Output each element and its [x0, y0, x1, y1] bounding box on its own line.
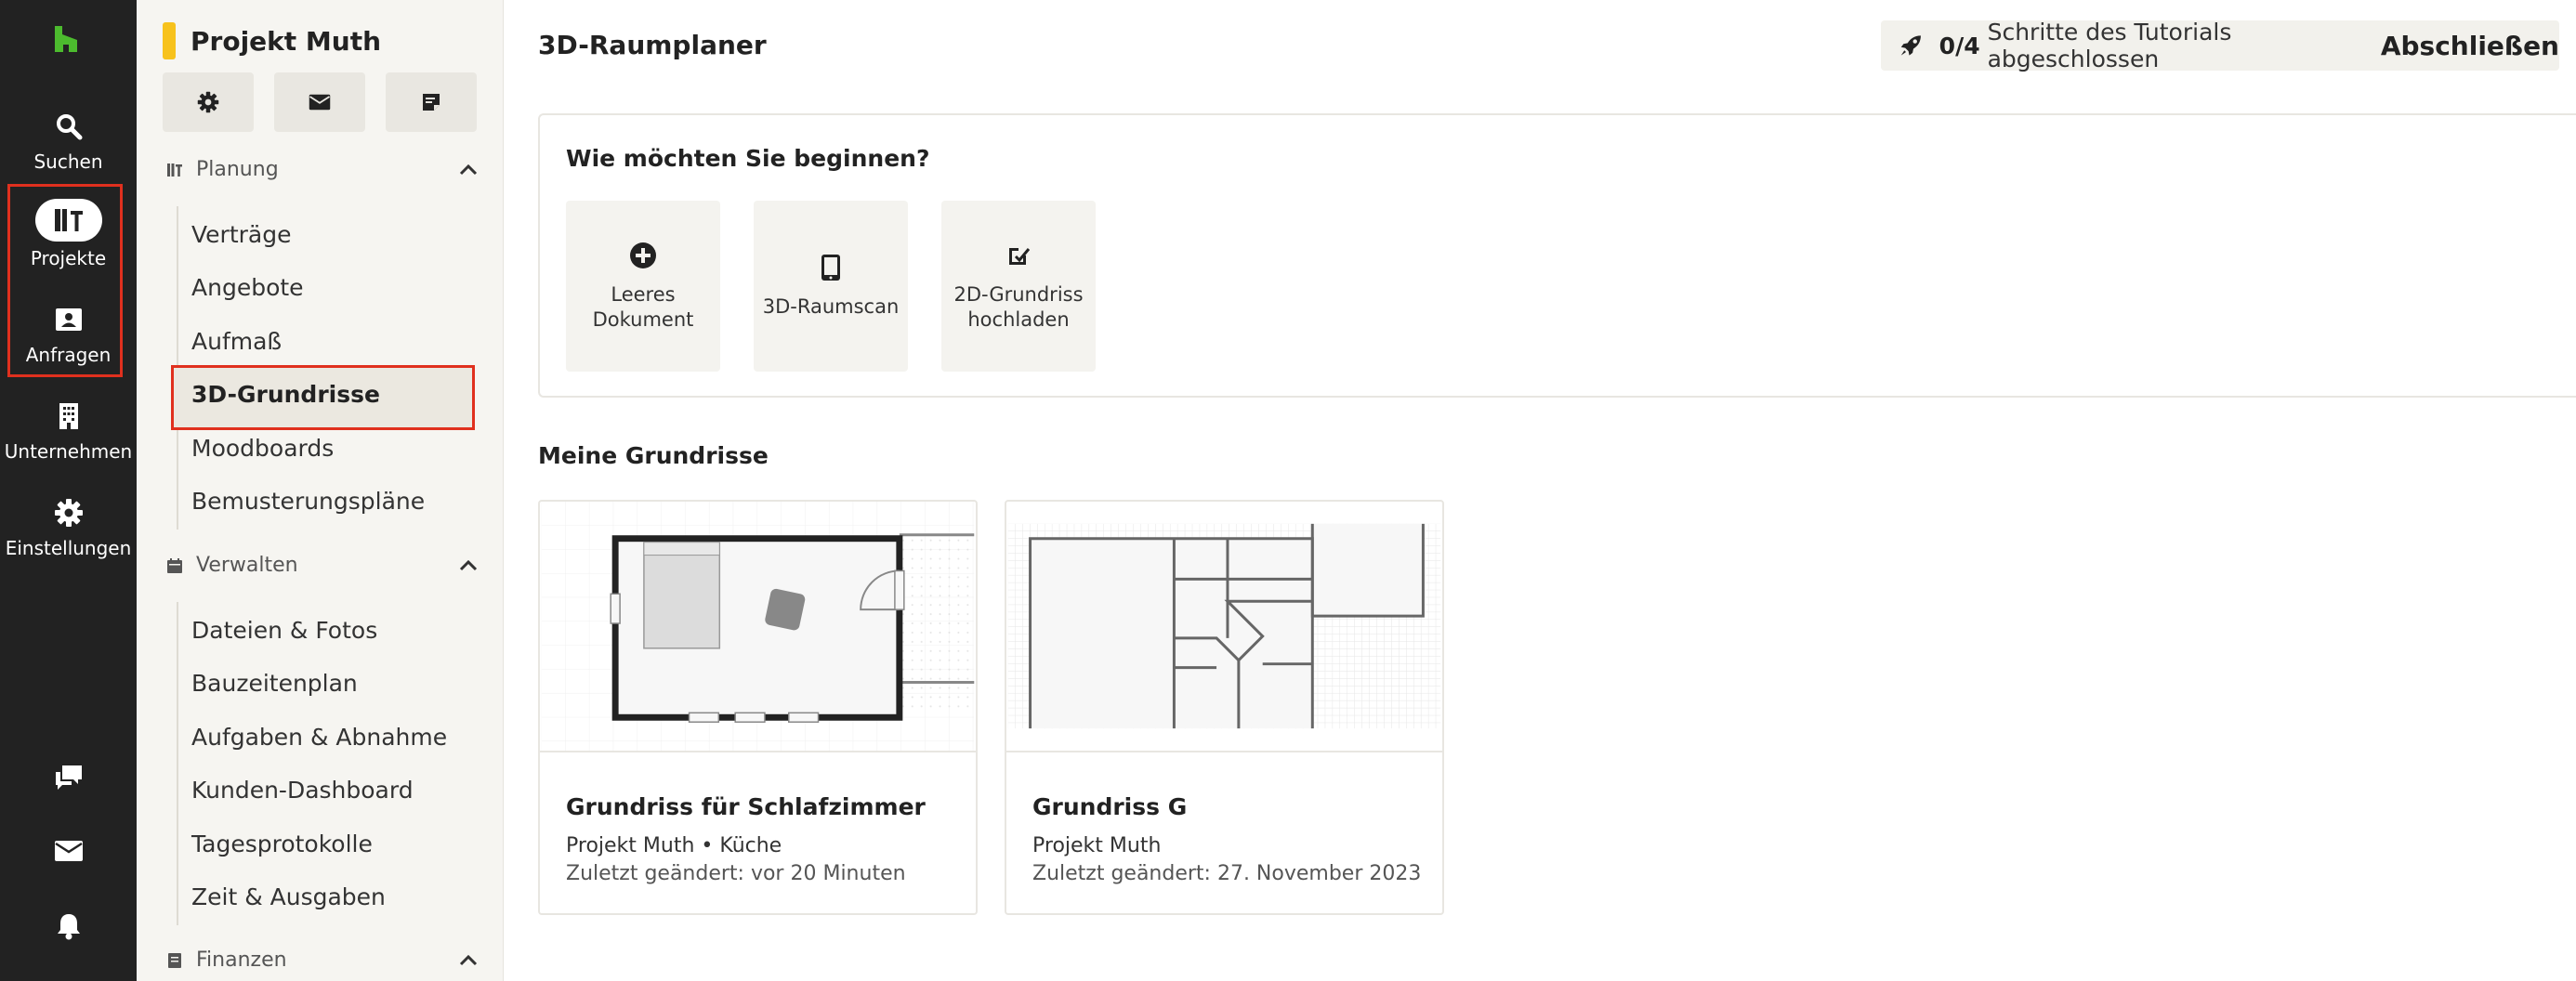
nav-item-schedule[interactable]: Bauzeitenplan: [191, 670, 489, 697]
note-icon: [423, 94, 440, 111]
rail-label: Unternehmen: [4, 440, 133, 463]
option-3d-room-scan[interactable]: 3D-Raumscan: [754, 201, 908, 372]
tutorial-count: 0/4: [1939, 32, 1980, 59]
gear-icon: [54, 499, 83, 527]
rail-label: Anfragen: [25, 344, 112, 366]
rail-item-projects[interactable]: Projekte: [0, 199, 137, 269]
gear-icon: [197, 91, 219, 113]
floorplan-card[interactable]: Grundriss G Projekt Muth Zuletzt geänder…: [1005, 500, 1444, 915]
my-plans-title: Meine Grundrisse: [538, 442, 769, 469]
floorplan-thumbnail: [1006, 502, 1442, 752]
plus-circle-icon: [630, 242, 656, 268]
rail-label: Einstellungen: [5, 537, 132, 559]
nav-item-offers[interactable]: Angebote: [191, 274, 489, 301]
project-notes-button[interactable]: [386, 72, 477, 132]
section-title: Verwalten: [196, 554, 298, 577]
main-content: 3D-Raumplaner 0/4 Schritte des Tutorials…: [504, 0, 2576, 981]
floorplan-thumbnail: [540, 502, 976, 752]
nav-item-time-expenses[interactable]: Zeit & Ausgaben: [191, 883, 489, 910]
floorplan-project: Projekt Muth • Küche: [566, 834, 782, 857]
floorplan-project: Projekt Muth: [1032, 834, 1162, 857]
mail-icon: [309, 94, 331, 111]
start-options-panel: Wie möchten Sie beginnen? Leeres Dokumen…: [538, 113, 2576, 398]
tablet-icon: [821, 255, 840, 281]
projects-icon: [54, 209, 83, 231]
calendar-icon: [167, 557, 182, 573]
page-title: 3D-Raumplaner: [538, 30, 767, 60]
rail-item-settings[interactable]: Einstellungen: [0, 494, 137, 559]
nav-item-files-photos[interactable]: Dateien & Fotos: [191, 617, 489, 644]
nav-item-measurement[interactable]: Aufmaß: [191, 328, 489, 355]
chevron-up-icon: [459, 559, 478, 570]
tutorial-text: Schritte des Tutorials abgeschlossen: [1987, 19, 2232, 72]
project-settings-button[interactable]: [163, 72, 254, 132]
rocket-icon: [1900, 35, 1921, 56]
option-blank-document[interactable]: Leeres Dokument: [566, 201, 720, 372]
app-rail: Suchen Projekte Anfragen Unternehmen Ein…: [0, 0, 137, 981]
rail-item-requests[interactable]: Anfragen: [0, 301, 137, 366]
rail-mail[interactable]: [0, 840, 137, 862]
floorplan-name: Grundriss für Schlafzimmer: [566, 793, 926, 820]
section-title: Planung: [196, 158, 279, 181]
section-finanzen-header[interactable]: Finanzen: [166, 948, 478, 972]
nav-item-moodboards[interactable]: Moodboards: [191, 435, 489, 462]
inbox-person-icon: [55, 308, 82, 331]
rail-item-company[interactable]: Unternehmen: [0, 398, 137, 463]
planning-icon: [167, 163, 182, 177]
floorplan-card[interactable]: Grundriss für Schlafzimmer Projekt Muth …: [538, 500, 978, 915]
tutorial-finish-button[interactable]: Abschließen: [2381, 31, 2559, 61]
rail-notifications[interactable]: [0, 912, 137, 940]
option-upload-2d-plan[interactable]: 2D-Grundriss hochladen: [941, 201, 1096, 372]
nav-guide-line: [177, 602, 178, 925]
project-header[interactable]: Projekt Muth: [163, 22, 381, 59]
option-label: 3D-Raumscan: [762, 295, 900, 319]
houzz-logo-icon[interactable]: [49, 22, 83, 56]
nav-item-contracts[interactable]: Verträge: [191, 221, 489, 248]
rail-chat[interactable]: [0, 764, 137, 791]
nav-item-client-dashboard[interactable]: Kunden-Dashboard: [191, 777, 489, 804]
section-planung-header[interactable]: Planung: [166, 158, 478, 181]
search-icon: [56, 114, 82, 140]
tutorial-progress-bar[interactable]: 0/4 Schritte des Tutorials abgeschlossen…: [1881, 19, 2559, 72]
nav-item-sampling-plans[interactable]: Bemusterungspläne: [191, 488, 489, 515]
option-label: 2D-Grundriss hochladen: [953, 282, 1084, 331]
mail-icon: [54, 841, 83, 861]
bell-icon: [57, 914, 80, 940]
chat-icon: [55, 765, 82, 790]
invoice-icon: [168, 952, 181, 968]
chevron-up-icon: [459, 954, 478, 965]
section-title: Finanzen: [196, 948, 287, 972]
nav-item-daily-logs[interactable]: Tagesprotokolle: [191, 831, 489, 857]
rail-label: Suchen: [33, 150, 103, 173]
chevron-up-icon: [459, 164, 478, 175]
nav-item-3d-floorplans[interactable]: 3D-Grundrisse: [191, 381, 489, 408]
rail-item-search[interactable]: Suchen: [0, 108, 137, 173]
project-name: Projekt Muth: [191, 25, 382, 57]
floorplan-modified: Zuletzt geändert: 27. November 2023: [1032, 862, 1422, 885]
floorplan-name: Grundriss G: [1032, 793, 1188, 820]
project-quick-actions: [163, 72, 477, 132]
floorplan-modified: Zuletzt geändert: vor 20 Minuten: [566, 862, 906, 885]
nav-item-tasks[interactable]: Aufgaben & Abnahme: [191, 724, 489, 751]
option-label: Leeres Dokument: [592, 282, 694, 331]
start-title: Wie möchten Sie beginnen?: [566, 145, 930, 172]
project-color-mark: [163, 22, 176, 59]
upload-plan-icon: [1009, 247, 1031, 265]
project-sidebar: Projekt Muth Planung Verträge Angebote A…: [137, 0, 504, 981]
section-verwalten-header[interactable]: Verwalten: [166, 554, 478, 577]
project-messages-button[interactable]: [274, 72, 365, 132]
rail-label: Projekte: [30, 247, 107, 269]
building-icon: [59, 403, 78, 429]
